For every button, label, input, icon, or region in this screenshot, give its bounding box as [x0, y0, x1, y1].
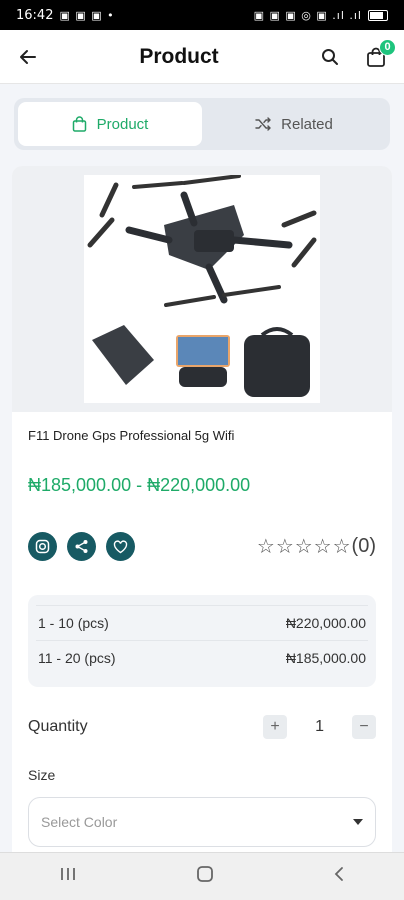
table-row: 1 - 10 (pcs) ₦220,000.00 [36, 605, 368, 641]
recent-apps-icon [61, 868, 76, 880]
tab-product-label: Product [96, 115, 149, 133]
product-image [84, 174, 320, 403]
battery-icon [368, 9, 388, 21]
cart-button[interactable]: 0 [362, 38, 396, 71]
tab-related-label: Related [281, 115, 333, 133]
quantity-value: 1 [315, 718, 324, 735]
home-button[interactable] [196, 865, 214, 888]
share-icon [75, 540, 88, 553]
page-title: Product [139, 44, 219, 68]
rating-count: (0) [351, 535, 376, 557]
search-icon [322, 48, 338, 65]
heart-icon [113, 539, 128, 553]
system-back-button[interactable] [333, 866, 345, 887]
tier-price: ₦185,000.00 [285, 650, 366, 666]
bag-icon [72, 116, 86, 132]
status-time: 16:42 [16, 7, 54, 23]
tab-bar: Product Related [14, 98, 390, 150]
product-image-area[interactable] [12, 166, 392, 412]
product-rating: ☆☆☆☆☆ (0) [257, 534, 376, 559]
product-card: F11 Drone Gps Professional 5g Wifi ₦185,… [12, 166, 392, 856]
color-select-placeholder: Select Color [41, 814, 118, 830]
caret-down-icon [353, 819, 363, 825]
instagram-button[interactable] [28, 532, 57, 561]
tab-product[interactable]: Product [18, 102, 202, 146]
notification-icons: ▣ ▣ ▣ • [59, 8, 115, 22]
instagram-icon [35, 539, 50, 554]
cart-count-badge: 0 [379, 38, 396, 56]
quantity-increase-button[interactable]: + [263, 715, 288, 739]
color-select[interactable]: Select Color [28, 797, 376, 847]
tier-range: 1 - 10 (pcs) [38, 615, 109, 631]
arrow-left-icon [20, 49, 36, 64]
status-bar: 16:42 ▣ ▣ ▣ • ▣ ▣ ▣ ◎ ▣ .ıl .ıl [0, 0, 404, 30]
table-row: 11 - 20 (pcs) ₦185,000.00 [36, 641, 368, 675]
quantity-decrease-button[interactable]: − [352, 715, 376, 739]
app-bar: Product 0 [0, 30, 404, 84]
home-icon [197, 866, 213, 882]
product-name: F11 Drone Gps Professional 5g Wifi [28, 428, 235, 443]
rating-stars: ☆☆☆☆☆ [256, 536, 352, 558]
back-button[interactable] [14, 43, 42, 71]
quantity-stepper: + 1 − [263, 715, 376, 739]
product-price-range: ₦185,000.00 - ₦220,000.00 [28, 475, 251, 495]
wishlist-button[interactable] [106, 532, 135, 561]
price-tiers-table: 1 - 10 (pcs) ₦220,000.00 11 - 20 (pcs) ₦… [28, 595, 376, 687]
shuffle-icon [255, 117, 271, 131]
product-page: Product Related F11 Drone Gps Profession… [0, 84, 404, 856]
chevron-left-icon [334, 867, 343, 881]
recent-apps-button[interactable] [59, 867, 77, 886]
quantity-label: Quantity [28, 718, 88, 735]
share-button[interactable] [67, 532, 96, 561]
size-label: Size [28, 767, 56, 783]
system-icons: ▣ ▣ ▣ ◎ ▣ .ıl .ıl [253, 8, 362, 22]
quantity-row: Quantity + 1 − [28, 715, 376, 739]
tier-range: 11 - 20 (pcs) [38, 650, 116, 666]
tab-related[interactable]: Related [202, 102, 386, 146]
tier-price: ₦220,000.00 [285, 615, 366, 631]
product-actions: ☆☆☆☆☆ (0) [28, 532, 376, 561]
drone-image [87, 174, 317, 397]
system-nav-bar [0, 852, 404, 900]
search-button[interactable] [316, 43, 344, 71]
